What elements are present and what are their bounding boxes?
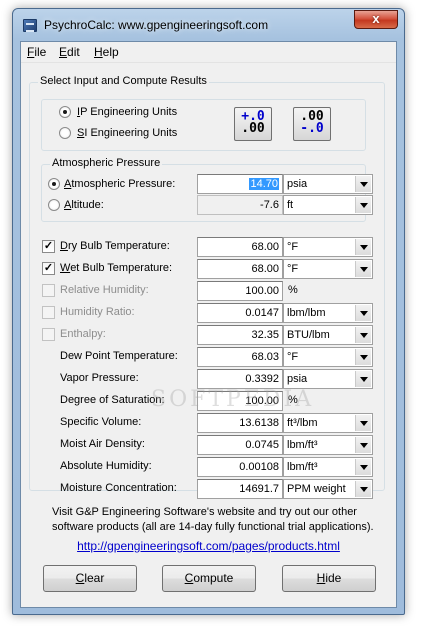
ip-units-radio[interactable]: [59, 106, 71, 118]
products-link[interactable]: http://gpengineeringsoft.com/pages/produ…: [21, 539, 396, 553]
chevron-down-icon[interactable]: [355, 371, 371, 387]
si-units-label[interactable]: SI Engineering Units: [77, 127, 177, 139]
moist-air-density-unit-select[interactable]: lbm/ft³: [283, 435, 373, 455]
enthalpy-unit-select[interactable]: BTU/lbm: [283, 325, 373, 345]
moisture-concentration-unit-select[interactable]: PPM weight: [283, 479, 373, 499]
si-units-button[interactable]: .00 -.0: [293, 107, 331, 141]
info-text: Visit G&P Engineering Software's website…: [52, 506, 374, 533]
compute-button[interactable]: Compute: [162, 565, 256, 592]
window-title: PsychroCalc: www.gpengineeringsoft.com: [44, 18, 269, 32]
humidity-ratio-checkbox: [42, 306, 55, 319]
moisture-concentration-label: Moisture Concentration:: [60, 482, 177, 494]
relative-humidity-input[interactable]: 100.00: [197, 281, 283, 301]
specific-volume-label: Specific Volume:: [60, 416, 142, 428]
altitude-input: -7.6: [197, 195, 283, 215]
title-bar[interactable]: PsychroCalc: www.gpengineeringsoft.com x: [13, 9, 404, 41]
atmo-pressure-unit-select[interactable]: psia: [283, 174, 373, 194]
dew-point-label: Dew Point Temperature:: [60, 350, 178, 362]
chevron-down-icon[interactable]: [355, 349, 371, 365]
atmo-group-title: Atmospheric Pressure: [50, 157, 163, 169]
enthalpy-input[interactable]: 32.35: [197, 325, 283, 345]
vapor-pressure-label: Vapor Pressure:: [60, 372, 139, 384]
vapor-pressure-unit-select[interactable]: psia: [283, 369, 373, 389]
altitude-unit-select[interactable]: ft: [283, 195, 373, 215]
dry-bulb-unit-select[interactable]: °F: [283, 237, 373, 257]
close-button[interactable]: x: [354, 10, 398, 29]
chevron-down-icon[interactable]: [355, 261, 371, 277]
chevron-down-icon[interactable]: [355, 327, 371, 343]
wet-bulb-checkbox[interactable]: ✓: [42, 262, 55, 275]
atmo-pressure-radio[interactable]: [48, 178, 60, 190]
dry-bulb-checkbox[interactable]: ✓: [42, 240, 55, 253]
dew-point-unit-select[interactable]: °F: [283, 347, 373, 367]
moist-air-density-input[interactable]: 0.0745: [197, 435, 283, 455]
altitude-label[interactable]: Altitude:: [64, 199, 104, 211]
wet-bulb-label[interactable]: Wet Bulb Temperature:: [60, 262, 172, 274]
clear-button[interactable]: Clear: [43, 565, 137, 592]
absolute-humidity-input[interactable]: 0.00108: [197, 457, 283, 477]
moist-air-density-label: Moist Air Density:: [60, 438, 145, 450]
chevron-down-icon[interactable]: [355, 305, 371, 321]
main-group-title: Select Input and Compute Results: [38, 75, 209, 87]
humidity-ratio-input[interactable]: 0.0147: [197, 303, 283, 323]
ip-units-label[interactable]: IP Engineering Units: [77, 106, 177, 118]
chevron-down-icon[interactable]: [355, 459, 371, 475]
absolute-humidity-unit-select[interactable]: lbm/ft³: [283, 457, 373, 477]
menu-edit[interactable]: Edit: [59, 45, 80, 59]
menu-bar: File Edit Help: [21, 42, 396, 63]
degree-of-saturation-label: Degree of Saturation:: [60, 394, 165, 406]
wet-bulb-unit-select[interactable]: °F: [283, 259, 373, 279]
chevron-down-icon[interactable]: [355, 239, 371, 255]
menu-help[interactable]: Help: [94, 45, 119, 59]
humidity-ratio-unit-select[interactable]: lbm/lbm: [283, 303, 373, 323]
app-icon: [23, 19, 37, 32]
atmo-pressure-label[interactable]: Atmospheric Pressure:: [64, 178, 175, 190]
altitude-radio[interactable]: [48, 199, 60, 211]
si-units-radio[interactable]: [59, 127, 71, 139]
specific-volume-input[interactable]: 13.6138: [197, 413, 283, 433]
chevron-down-icon[interactable]: [355, 197, 371, 213]
specific-volume-unit-select[interactable]: ft³/lbm: [283, 413, 373, 433]
chevron-down-icon[interactable]: [355, 437, 371, 453]
app-window: PsychroCalc: www.gpengineeringsoft.com x…: [12, 8, 405, 615]
chevron-down-icon[interactable]: [355, 176, 371, 192]
dew-point-input[interactable]: 68.03: [197, 347, 283, 367]
ip-units-button[interactable]: +.0 .00: [234, 107, 272, 141]
enthalpy-checkbox: [42, 328, 55, 341]
relative-humidity-label: Relative Humidity:: [60, 284, 149, 296]
relative-humidity-checkbox: [42, 284, 55, 297]
dry-bulb-label[interactable]: Dry Bulb Temperature:: [60, 240, 170, 252]
dry-bulb-input[interactable]: 68.00: [197, 237, 283, 257]
absolute-humidity-label: Absolute Humidity:: [60, 460, 152, 472]
wet-bulb-input[interactable]: 68.00: [197, 259, 283, 279]
hide-button[interactable]: Hide: [282, 565, 376, 592]
moisture-concentration-input[interactable]: 14691.7: [197, 479, 283, 499]
atmo-pressure-input[interactable]: 14.70: [197, 174, 283, 194]
watermark: SOFTPEDIA: [151, 387, 315, 412]
vapor-pressure-input[interactable]: 0.3392: [197, 369, 283, 389]
chevron-down-icon[interactable]: [355, 415, 371, 431]
relative-humidity-unit: %: [288, 284, 298, 296]
chevron-down-icon[interactable]: [355, 481, 371, 497]
humidity-ratio-label: Humidity Ratio:: [60, 306, 135, 318]
menu-file[interactable]: File: [27, 45, 46, 59]
enthalpy-label: Enthalpy:: [60, 328, 106, 340]
client-area: File Edit Help Select Input and Compute …: [20, 41, 397, 608]
